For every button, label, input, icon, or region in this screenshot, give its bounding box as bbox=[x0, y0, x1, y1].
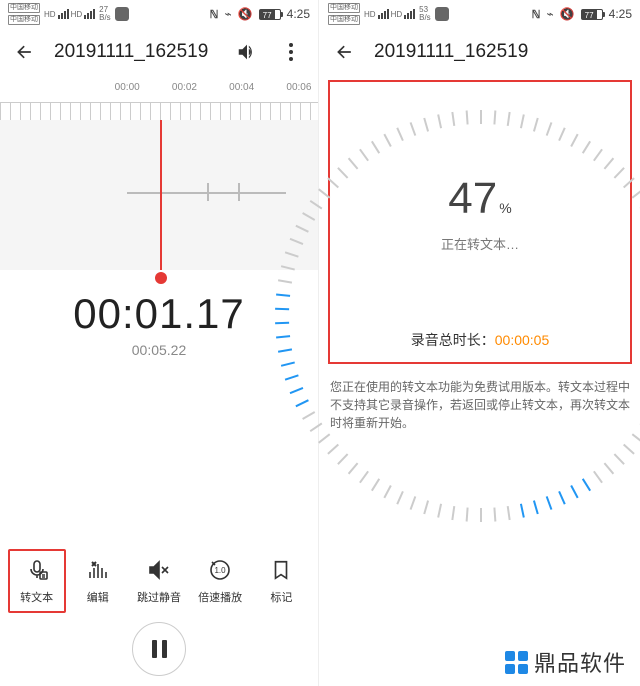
status-bar: 中国移动中国移动 HD HD 27B/s ℕ ⌁ 🔇 77 4:25 bbox=[0, 0, 318, 28]
carrier-label: 中国移动 bbox=[8, 15, 40, 25]
skip-silence-button[interactable]: 跳过静音 bbox=[130, 557, 188, 605]
skip-silence-icon bbox=[146, 557, 172, 583]
watermark: 鼎品软件 bbox=[505, 646, 626, 678]
transcribe-button[interactable]: 转文本 bbox=[8, 549, 66, 613]
screenshot-right: 中国移动中国移动 HD HD 53B/s ℕ ⌁ 🔇 77 4:25 20191… bbox=[320, 0, 640, 686]
carrier-label: 中国移动 bbox=[8, 3, 40, 13]
total-duration: 00:05.22 bbox=[0, 342, 318, 358]
tool-label: 跳过静音 bbox=[137, 589, 181, 605]
status-bar: 中国移动中国移动 HD HD 53B/s ℕ ⌁ 🔇 77 4:25 bbox=[320, 0, 640, 28]
edit-button[interactable]: 编辑 bbox=[69, 557, 127, 605]
battery-icon: 77 bbox=[259, 9, 281, 20]
pause-icon bbox=[152, 640, 167, 658]
back-button[interactable] bbox=[14, 41, 36, 63]
play-pause-button[interactable] bbox=[132, 622, 186, 676]
battery-icon: 77 bbox=[581, 9, 603, 20]
nfc-icon: ℕ bbox=[532, 8, 541, 21]
timeline-labels: 00:00 00:02 00:04 00:06 bbox=[0, 82, 318, 102]
progress-percent: 47% bbox=[370, 174, 590, 224]
more-menu-icon[interactable] bbox=[278, 39, 304, 65]
ruler[interactable] bbox=[0, 102, 318, 120]
mute-icon: 🔇 bbox=[560, 7, 575, 21]
tool-label: 编辑 bbox=[87, 589, 109, 605]
tool-label: 转文本 bbox=[20, 589, 53, 605]
clock: 4:25 bbox=[287, 7, 310, 21]
speed-icon: 1.0 bbox=[207, 557, 233, 583]
wechat-icon bbox=[435, 7, 449, 21]
bottom-toolbar: 转文本 编辑 跳过静音 1.0 倍速播放 标记 bbox=[0, 546, 318, 616]
disclaimer-text: 您正在使用的转文本功能为免费试用版本。转文本过程中不支持其它录音操作，若返回或停… bbox=[320, 372, 640, 438]
bluetooth-icon: ⌁ bbox=[224, 7, 231, 21]
current-time: 00:01.17 bbox=[0, 290, 318, 338]
screenshot-left: 中国移动中国移动 HD HD 27B/s ℕ ⌁ 🔇 77 4:25 20191… bbox=[0, 0, 319, 686]
page-title: 20191111_162519 bbox=[54, 41, 216, 63]
watermark-logo-icon bbox=[505, 651, 528, 674]
svg-text:1.0: 1.0 bbox=[215, 566, 227, 575]
app-header: 20191111_162519 bbox=[0, 28, 318, 76]
progress-label: 正在转文本… bbox=[370, 234, 590, 253]
speaker-icon[interactable] bbox=[234, 39, 260, 65]
playhead[interactable] bbox=[160, 120, 162, 270]
speed-button[interactable]: 1.0 倍速播放 bbox=[191, 557, 249, 605]
waveform[interactable] bbox=[0, 120, 318, 270]
total-duration-line: 录音总时长：00:00:05 bbox=[330, 330, 630, 350]
progress-panel: 47% 正在转文本… 录音总时长：00:00:05 bbox=[328, 80, 632, 364]
back-button[interactable] bbox=[334, 41, 356, 63]
tool-label: 标记 bbox=[270, 589, 292, 605]
edit-icon bbox=[85, 557, 111, 583]
transcribe-icon bbox=[24, 557, 50, 583]
mute-icon: 🔇 bbox=[238, 7, 253, 21]
bookmark-icon bbox=[268, 557, 294, 583]
bookmark-button[interactable]: 标记 bbox=[252, 557, 310, 605]
nfc-icon: ℕ bbox=[210, 8, 219, 21]
wechat-icon bbox=[115, 7, 129, 21]
page-title: 20191111_162519 bbox=[374, 41, 626, 63]
progress-dial: 47% 正在转文本… bbox=[370, 96, 590, 316]
app-header: 20191111_162519 bbox=[320, 28, 640, 76]
clock: 4:25 bbox=[609, 7, 632, 21]
watermark-text: 鼎品软件 bbox=[534, 646, 626, 678]
tool-label: 倍速播放 bbox=[198, 589, 242, 605]
bluetooth-icon: ⌁ bbox=[546, 7, 553, 21]
